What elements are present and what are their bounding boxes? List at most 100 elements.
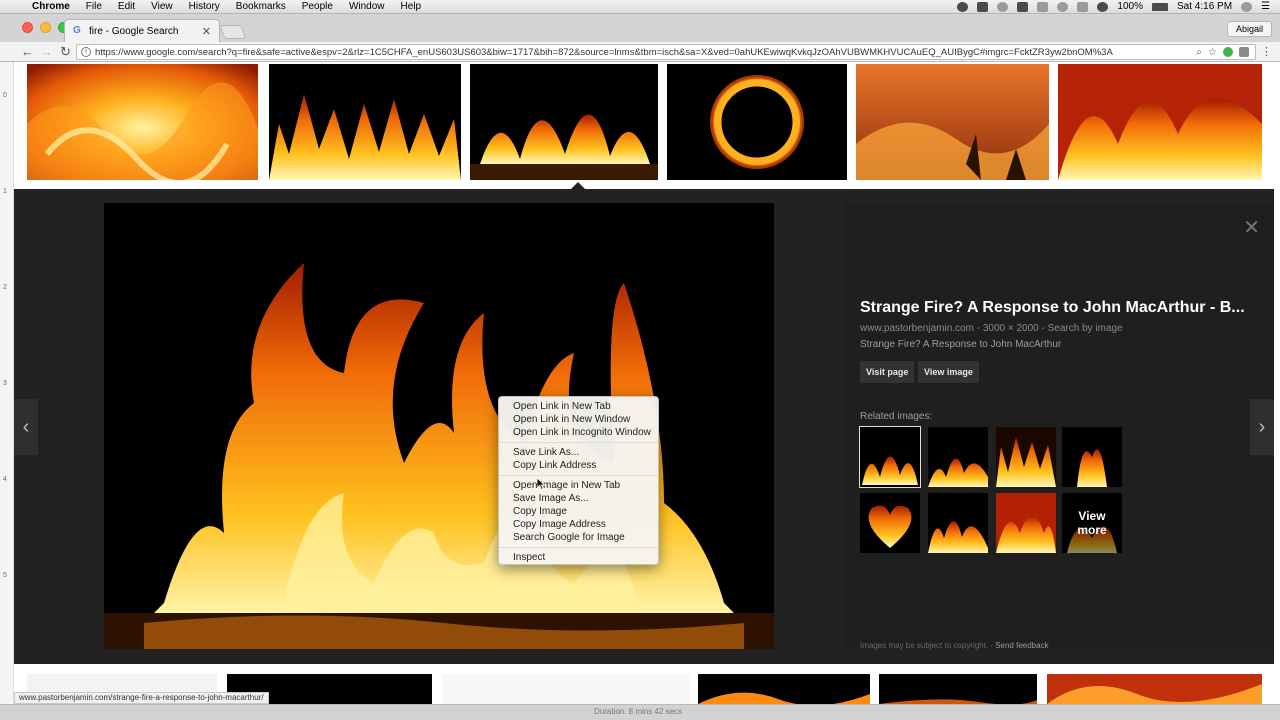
profile-button[interactable]: Abigail	[1226, 21, 1272, 37]
ruler-mark: 1	[3, 188, 7, 195]
menu-view[interactable]: View	[143, 1, 181, 12]
result-thumbnail[interactable]	[856, 64, 1049, 180]
media-icon[interactable]	[957, 1, 969, 12]
tab-fire-google-search[interactable]: G fire - Google Search ✕	[64, 19, 220, 42]
menu-help[interactable]: Help	[393, 1, 430, 12]
ctx-copy-image[interactable]: Copy Image	[499, 505, 658, 518]
result-thumbnail[interactable]	[442, 674, 690, 704]
result-title[interactable]: Strange Fire? A Response to John MacArth…	[860, 299, 1260, 317]
clock[interactable]: Sat 4:16 PM	[1177, 1, 1232, 12]
battery-percent[interactable]: 100%	[1117, 1, 1143, 12]
ctx-separator	[499, 442, 658, 443]
related-image[interactable]	[996, 493, 1056, 553]
selected-indicator	[571, 182, 585, 189]
result-thumbnail[interactable]	[667, 64, 847, 180]
tab-strip: G fire - Google Search ✕ Abigail	[0, 14, 1280, 42]
google-favicon-icon: G	[73, 25, 81, 36]
view-more-label: View more	[1062, 493, 1122, 553]
zoom-icon[interactable]: ⌕	[1196, 47, 1202, 58]
battery-icon[interactable]	[1152, 2, 1168, 11]
status-area: 100% Sat 4:16 PM ☰	[957, 1, 1280, 12]
minimize-window-button[interactable]	[40, 22, 51, 33]
view-image-button[interactable]: View image	[918, 361, 979, 383]
next-image-button[interactable]: ›	[1250, 399, 1274, 455]
new-tab-button[interactable]	[219, 25, 247, 39]
address-bar[interactable]: i https://www.google.com/search?q=fire&s…	[76, 44, 1256, 60]
omnibox-actions: ⌕ ☆	[1190, 46, 1255, 58]
result-thumbnail[interactable]	[470, 64, 658, 180]
extension-green-icon[interactable]	[1223, 46, 1233, 57]
mac-menu-bar: Chrome File Edit View History Bookmarks …	[0, 0, 1280, 14]
previous-image-button[interactable]: ‹	[14, 399, 38, 455]
ruler-mark: 3	[3, 380, 7, 387]
result-thumbnail[interactable]	[879, 674, 1037, 704]
ctx-inspect[interactable]: Inspect	[499, 551, 658, 564]
ctx-open-link-new-window[interactable]: Open Link in New Window	[499, 413, 658, 426]
close-viewer-icon[interactable]: ✕	[1243, 215, 1260, 240]
view-more-line-2: more	[1077, 523, 1107, 537]
result-meta: www.pastorbenjamin.com - 3000 × 2000 - S…	[860, 323, 1123, 334]
ruler-mark: 4	[3, 476, 7, 483]
link-status-bubble: www.pastorbenjamin.com/strange-fire-a-re…	[14, 692, 269, 704]
back-button[interactable]: ←	[18, 44, 37, 59]
url-text[interactable]: https://www.google.com/search?q=fire&saf…	[95, 47, 1190, 58]
bluetooth-icon[interactable]	[1077, 1, 1089, 12]
wifi-icon[interactable]	[1097, 1, 1109, 12]
related-image[interactable]	[928, 493, 988, 553]
related-image[interactable]	[996, 427, 1056, 487]
ctx-save-link-as[interactable]: Save Link As...	[499, 446, 658, 459]
menu-history[interactable]: History	[181, 1, 228, 12]
tab-title: fire - Google Search	[89, 25, 179, 37]
menu-window[interactable]: Window	[341, 1, 393, 12]
mouse-cursor-icon	[537, 478, 545, 490]
related-image[interactable]	[859, 426, 921, 488]
related-image[interactable]	[928, 427, 988, 487]
search-icon[interactable]	[1241, 1, 1253, 12]
ctx-open-image-new-tab[interactable]: Open Image in New Tab	[499, 479, 658, 492]
upload-icon[interactable]	[1037, 1, 1049, 12]
left-ruler: 0 1 2 3 4 5	[0, 62, 14, 704]
tab-close-icon[interactable]: ✕	[202, 25, 211, 38]
result-thumbnail[interactable]	[1058, 64, 1262, 180]
bookmark-star-icon[interactable]: ☆	[1208, 47, 1217, 58]
chrome-menu-icon[interactable]: ⋮	[1261, 45, 1272, 58]
result-thumbnail[interactable]	[27, 64, 258, 180]
related-image[interactable]	[1062, 427, 1122, 487]
dropbox-icon[interactable]	[1017, 1, 1029, 12]
time-machine-icon[interactable]	[1057, 1, 1069, 12]
main-fire-image[interactable]	[104, 203, 774, 649]
ctx-copy-link-address[interactable]: Copy Link Address	[499, 459, 658, 472]
related-image[interactable]	[860, 493, 920, 553]
ctx-open-link-new-tab[interactable]: Open Link in New Tab	[499, 400, 658, 413]
related-images-label: Related images:	[860, 411, 933, 422]
ctx-copy-image-address[interactable]: Copy Image Address	[499, 518, 658, 531]
extension-gray-icon[interactable]	[1239, 46, 1249, 57]
camera-icon[interactable]	[977, 1, 989, 12]
menu-app-chrome[interactable]: Chrome	[24, 1, 78, 12]
close-window-button[interactable]	[22, 22, 33, 33]
copyright-note: Images may be subject to copyright.	[860, 641, 989, 650]
forward-button[interactable]: →	[37, 44, 56, 59]
ctx-open-link-incognito[interactable]: Open Link in Incognito Window	[499, 426, 658, 439]
result-thumbnail[interactable]	[698, 674, 870, 704]
result-thumbnail[interactable]	[269, 64, 461, 180]
result-site[interactable]: www.pastorbenjamin.com	[860, 323, 974, 334]
menu-people[interactable]: People	[294, 1, 341, 12]
sync-icon[interactable]	[997, 1, 1009, 12]
view-more-line-1: View	[1078, 509, 1106, 523]
ctx-save-image-as[interactable]: Save Image As...	[499, 492, 658, 505]
send-feedback-link[interactable]: Send feedback	[995, 641, 1048, 650]
site-info-icon[interactable]: i	[81, 47, 91, 57]
search-by-image-link[interactable]: Search by image	[1048, 323, 1123, 334]
visit-page-button[interactable]: Visit page	[860, 361, 915, 383]
ctx-separator	[499, 475, 658, 476]
menu-bookmarks[interactable]: Bookmarks	[228, 1, 294, 12]
page-content: 0 1 2 3 4 5 ‹ Strange Fire? A Response t…	[0, 62, 1280, 704]
result-thumbnail[interactable]	[1047, 674, 1262, 704]
reload-button[interactable]: ↻	[56, 44, 75, 60]
menu-file[interactable]: File	[78, 1, 110, 12]
menu-icon[interactable]: ☰	[1261, 1, 1270, 12]
ctx-search-google-for-image[interactable]: Search Google for Image	[499, 531, 658, 544]
view-more-tile[interactable]: View more	[1062, 493, 1122, 553]
menu-edit[interactable]: Edit	[110, 1, 143, 12]
